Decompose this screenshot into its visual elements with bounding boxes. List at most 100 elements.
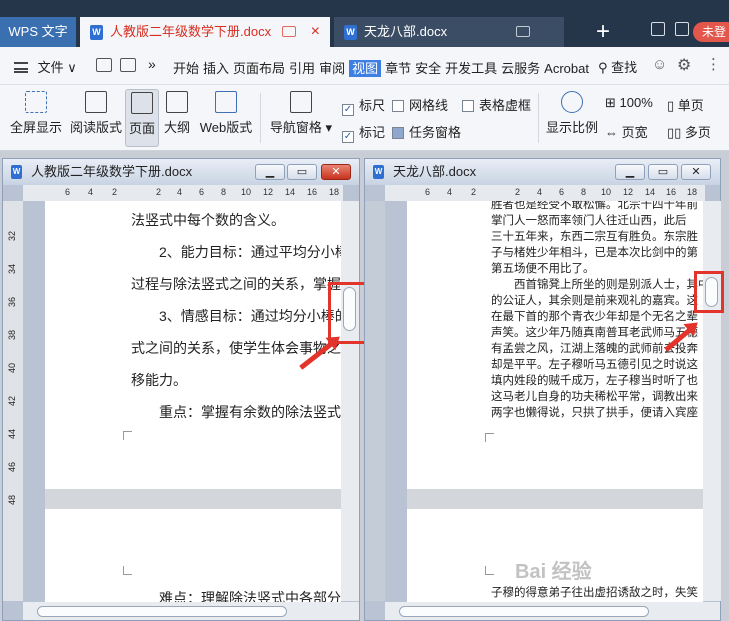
more-arrows-icon[interactable]: » bbox=[148, 56, 156, 72]
outline-view-button[interactable]: 大纲 bbox=[161, 89, 193, 136]
chevron-down-icon: ∨ bbox=[67, 60, 77, 75]
horizontal-ruler[interactable]: 6 4 2 2 4 6 8 10 12 14 16 18 bbox=[23, 185, 343, 201]
text-line: 3、情感目标：通过均分小棒的 bbox=[159, 308, 341, 324]
minimize-icon[interactable] bbox=[675, 22, 689, 36]
zoom-icon bbox=[561, 91, 583, 113]
menu-item-devtools[interactable]: 开发工具 bbox=[445, 61, 497, 76]
menu-item-chapter[interactable]: 章节 bbox=[385, 61, 411, 76]
ribbon-divider bbox=[260, 93, 261, 143]
document-page[interactable]: 胜者也是经受不敢松懈。北宗十四十年前 掌门人一怒而率领门人往迁山西，此后 三十五… bbox=[407, 201, 703, 489]
window-title: 人教版二年级数学下册.docx bbox=[31, 164, 193, 179]
zoom-button[interactable]: 显示比例 bbox=[544, 89, 600, 136]
monitor-icon[interactable] bbox=[516, 26, 530, 37]
smiley-icon[interactable]: ☺ bbox=[652, 56, 667, 73]
menu-item-reference[interactable]: 引用 bbox=[289, 61, 315, 76]
more-icon[interactable]: ⋮ bbox=[706, 55, 721, 73]
single-page-button[interactable]: ▯ 单页 bbox=[667, 95, 704, 114]
menu-item-layout[interactable]: 页面布局 bbox=[233, 61, 285, 76]
horizontal-scrollbar[interactable] bbox=[385, 602, 720, 620]
window-title: 天龙八部.docx bbox=[393, 164, 477, 179]
text-line: 第五场便不用比了。 bbox=[491, 263, 595, 275]
reading-view-button[interactable]: 阅读版式 bbox=[68, 89, 124, 136]
menu-item-review[interactable]: 审阅 bbox=[319, 61, 345, 76]
zoom-100-button[interactable]: ⊞ 100% bbox=[605, 95, 653, 111]
menu-item-cloud[interactable]: 云服务 bbox=[501, 61, 540, 76]
multi-page-button[interactable]: ▯▯ 多页 bbox=[667, 122, 711, 141]
restore-button[interactable]: ▭ bbox=[287, 164, 317, 180]
text-line: 的公证人，其余则是前来观礼的嘉宾。这 bbox=[491, 295, 698, 307]
zoom-100-icon: ⊞ bbox=[605, 95, 620, 110]
web-icon bbox=[215, 91, 237, 113]
menu-item-insert[interactable]: 插入 bbox=[203, 61, 229, 76]
checkbox-box bbox=[462, 100, 474, 112]
search-icon: ⚲ bbox=[598, 60, 608, 75]
table-gridlines-checkbox[interactable]: 表格虚框 bbox=[462, 95, 531, 114]
gear-icon[interactable]: ⚙ bbox=[677, 55, 691, 75]
menu-bar: 文件 ∨ » 开始 插入 页面布局 引用 审阅 视图 章节 安全 开发工具 云服务 Acrobat … bbox=[0, 47, 729, 85]
baidu-watermark: Bai 经验 bbox=[515, 561, 592, 583]
minimize-button[interactable]: ▁ bbox=[255, 164, 285, 180]
margin-mark bbox=[123, 431, 132, 440]
close-icon[interactable]: × bbox=[311, 17, 320, 47]
wps-app-tab[interactable]: WPS 文字 bbox=[0, 17, 76, 47]
task-pane-checkbox[interactable]: 任务窗格 bbox=[392, 122, 461, 141]
horizontal-scrollbar[interactable] bbox=[23, 602, 359, 620]
page-view-button[interactable]: 页面 bbox=[125, 89, 159, 147]
book-icon bbox=[85, 91, 107, 113]
web-view-button[interactable]: Web版式 bbox=[198, 89, 254, 136]
open-folder-icon[interactable] bbox=[96, 58, 112, 72]
restore-button[interactable]: ▭ bbox=[648, 164, 678, 180]
close-button[interactable]: ✕ bbox=[321, 164, 351, 180]
save-icon[interactable] bbox=[120, 58, 136, 72]
check-icon: ✓ bbox=[342, 104, 354, 116]
menu-item-security[interactable]: 安全 bbox=[415, 61, 441, 76]
scrollbar-thumb[interactable] bbox=[37, 606, 287, 617]
monitor-icon[interactable] bbox=[282, 26, 296, 37]
vertical-scrollbar[interactable] bbox=[341, 201, 359, 601]
text-line: 三十五年来，东西二宗互有胜负。东宗胜 bbox=[491, 231, 698, 243]
horizontal-ruler[interactable]: 6 4 2 2 4 6 8 10 12 14 16 18 20 bbox=[385, 185, 705, 201]
tab-doc-math[interactable]: W 人教版二年级数学下册.docx × bbox=[80, 17, 330, 47]
menu-item-view[interactable]: 视图 bbox=[349, 60, 382, 77]
text-line: 过程与除法竖式之间的关系，掌握 bbox=[131, 276, 341, 292]
nav-pane-icon bbox=[290, 91, 312, 113]
menu-item-acrobat[interactable]: Acrobat bbox=[544, 61, 589, 76]
checkbox-box bbox=[392, 127, 404, 139]
text-line: 移能力。 bbox=[131, 372, 187, 388]
wps-doc-icon: W bbox=[90, 25, 103, 40]
vertical-ruler bbox=[365, 201, 385, 601]
vertical-ruler[interactable]: 32 34 36 38 40 42 44 46 48 bbox=[3, 201, 23, 601]
fullscreen-button[interactable]: 全屏显示 bbox=[8, 89, 64, 136]
minimize-button[interactable]: ▁ bbox=[615, 164, 645, 180]
document-page[interactable]: 法竖式中每个数的含义。 2、能力目标：通过平均分小棒 过程与除法竖式之间的关系，… bbox=[45, 201, 341, 489]
search-button[interactable]: ⚲ 查找 bbox=[598, 57, 637, 76]
document-page[interactable]: 难点：理解除法竖式中各部分 bbox=[45, 509, 341, 604]
page-width-button[interactable]: ⇔ 页宽 bbox=[605, 122, 648, 141]
file-menu[interactable]: 文件 ∨ bbox=[14, 57, 77, 76]
tab-doc-novel[interactable]: W 天龙八部.docx bbox=[334, 17, 564, 47]
close-button[interactable]: ✕ bbox=[681, 164, 711, 180]
text-line: 这马老儿自身的功夫稀松平常，调教出来 bbox=[491, 391, 698, 403]
text-line: 重点：掌握有余数的除法竖式的 bbox=[159, 404, 341, 420]
tab-label: 天龙八部.docx bbox=[364, 24, 448, 39]
new-tab-button[interactable]: + bbox=[596, 18, 610, 46]
gridlines-checkbox[interactable]: 网格线 bbox=[392, 95, 448, 114]
page-icon bbox=[131, 92, 153, 114]
text-line: 声笑。这少年乃随真南普耳老武师马五德 bbox=[491, 327, 698, 339]
outline-icon bbox=[166, 91, 188, 113]
wps-doc-icon: W bbox=[11, 165, 22, 179]
scrollbar-thumb[interactable] bbox=[399, 606, 649, 617]
login-button[interactable]: 未登 bbox=[693, 22, 729, 42]
ruler-checkbox[interactable]: ✓ 标尺 bbox=[342, 95, 385, 116]
tab-label: 人教版二年级数学下册.docx bbox=[110, 24, 272, 39]
window-switch-icon[interactable] bbox=[651, 22, 665, 36]
multi-page-icon: ▯▯ bbox=[667, 125, 685, 140]
nav-pane-button[interactable]: 导航窗格 ▾ bbox=[268, 89, 334, 136]
vertical-scrollbar[interactable] bbox=[703, 201, 721, 601]
text-line: 掌门人一怒而率领门人往迁山西，此后 bbox=[491, 215, 687, 227]
marks-checkbox[interactable]: ✓ 标记 bbox=[342, 122, 385, 143]
menu-tabs: 开始 插入 页面布局 引用 审阅 视图 章节 安全 开发工具 云服务 Acrobat bbox=[173, 58, 593, 77]
document-window-math: W 人教版二年级数学下册.docx ▁ ▭ ✕ 6 4 2 2 4 6 8 10… bbox=[2, 158, 368, 621]
menu-item-start[interactable]: 开始 bbox=[173, 61, 199, 76]
highlight-box bbox=[694, 271, 724, 313]
